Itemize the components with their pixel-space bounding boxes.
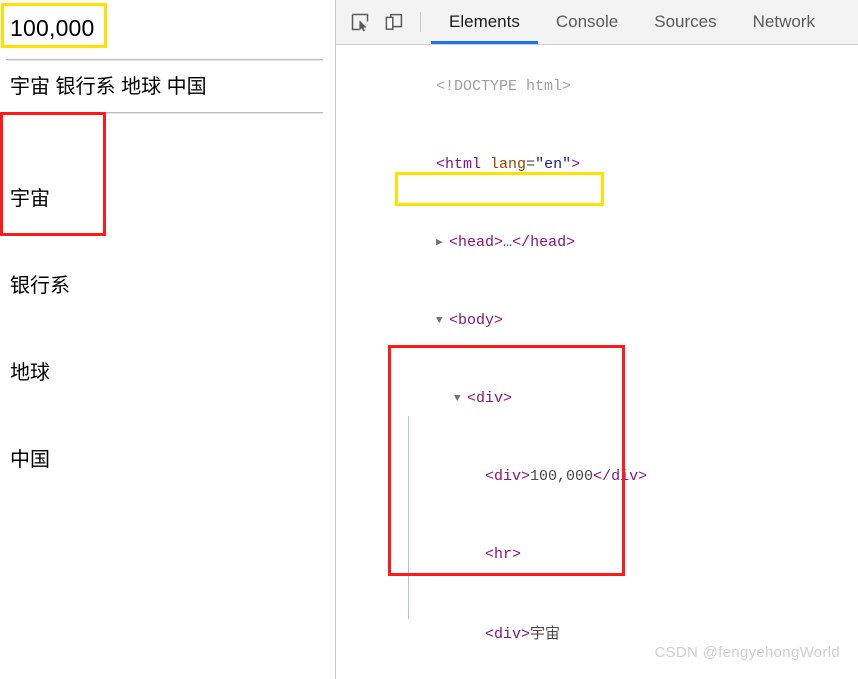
page-content: 100,000 宇宙 银行系 地球 中国 宇宙 银行系 地球 中国	[0, 0, 335, 538]
dom-row-html-open[interactable]: <html lang="en">	[336, 126, 858, 204]
tab-console[interactable]: Console	[538, 0, 636, 44]
page-multiline-text: 宇宙 银行系 地球 中国	[6, 122, 327, 538]
devtools-window: 100,000 宇宙 银行系 地球 中国 宇宙 银行系 地球 中国 Elemen…	[0, 0, 858, 679]
page-divider-2	[6, 112, 323, 115]
dom-row-div-number[interactable]: <div>100,000</div>	[336, 438, 858, 516]
page-multiline-line-3: 地球	[10, 362, 50, 385]
dom-row-div-inline-open-text: <div>宇宙	[485, 624, 561, 643]
devtools-pane: Elements Console Sources Network <!DOCTY…	[336, 0, 858, 679]
dom-row-head-text: <head>…</head>	[449, 234, 576, 251]
tab-network[interactable]: Network	[735, 0, 833, 44]
dom-row-div-inline-l2: 银行系	[336, 674, 858, 679]
page-multiline-line-1: 宇宙	[10, 188, 50, 211]
collapse-triangle-icon[interactable]: ▶	[436, 230, 449, 256]
dom-row-div-number-text: <div>100,000</div>	[485, 468, 648, 485]
devtools-toolbar: Elements Console Sources Network	[336, 0, 858, 45]
device-toolbar-icon[interactable]	[378, 7, 410, 37]
page-divider-1	[6, 59, 323, 62]
dom-row-hr-1-text: <hr>	[485, 546, 522, 563]
dom-row-div-inline-open[interactable]: <div>宇宙	[336, 594, 858, 674]
dom-tree[interactable]: <!DOCTYPE html> <html lang="en"> ▶ <head>…	[336, 45, 858, 679]
dom-row-div-outer-open[interactable]: ▼ <div>	[336, 360, 858, 438]
tab-sources[interactable]: Sources	[636, 0, 734, 44]
dom-row-body-open-text: <body>	[449, 312, 504, 329]
dom-row-html-open-text: <html lang="en">	[436, 156, 581, 173]
page-multiline-line-4: 中国	[10, 449, 50, 472]
tab-sources-label: Sources	[654, 12, 717, 31]
tab-console-label: Console	[555, 12, 619, 31]
watermark: CSDN @fengyehongWorld	[654, 644, 840, 661]
rendered-page-pane: 100,000 宇宙 银行系 地球 中国 宇宙 银行系 地球 中国	[0, 0, 336, 679]
page-multiline-line-2: 银行系	[10, 275, 70, 298]
dom-row-doctype[interactable]: <!DOCTYPE html>	[336, 48, 858, 126]
dom-row-hr-1[interactable]: <hr>	[336, 516, 858, 594]
dom-row-doctype-text: <!DOCTYPE html>	[436, 78, 572, 95]
dom-row-div-outer-open-text: <div>	[467, 390, 513, 407]
tab-elements[interactable]: Elements	[431, 0, 538, 44]
expand-triangle-icon[interactable]: ▼	[436, 308, 449, 334]
expand-triangle-icon[interactable]: ▼	[454, 386, 467, 412]
inspect-cursor-icon[interactable]	[344, 7, 376, 37]
toolbar-separator	[420, 12, 421, 32]
devtools-tabs: Elements Console Sources Network	[431, 0, 833, 44]
tab-network-label: Network	[752, 12, 815, 31]
indent-guide-line	[408, 416, 409, 619]
page-number-text: 100,000	[10, 15, 95, 41]
dom-row-head[interactable]: ▶ <head>…</head>	[336, 204, 858, 282]
dom-row-body-open[interactable]: ▼ <body>	[336, 282, 858, 360]
tab-elements-label: Elements	[449, 12, 520, 31]
page-inline-text: 宇宙 银行系 地球 中国	[10, 76, 207, 99]
